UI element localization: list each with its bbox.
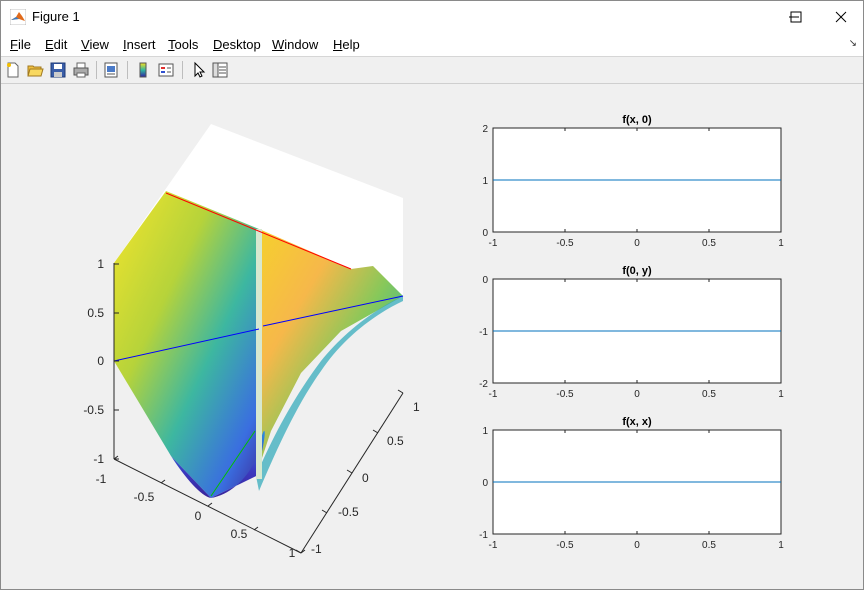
- figure-window: Figure 1 File Edit View Insert Tools Des…: [0, 0, 864, 590]
- x-tick-label: 0: [634, 540, 640, 551]
- matlab-logo-icon: [10, 9, 26, 25]
- menu-edit[interactable]: Edit: [45, 37, 67, 52]
- open-file-icon[interactable]: [26, 61, 44, 79]
- window-title: Figure 1: [32, 9, 80, 24]
- x-tick-label: -0.5: [556, 389, 574, 400]
- menu-file[interactable]: File: [10, 37, 31, 52]
- menu-bar: File Edit View Insert Tools Desktop Wind…: [1, 32, 863, 57]
- x-tick-label: 0.5: [702, 389, 716, 400]
- toolbar-separator: [182, 61, 183, 79]
- z-tick-label: 1: [97, 257, 104, 271]
- x-tick-label: 1: [778, 238, 784, 249]
- y-tick-label: -1: [311, 542, 322, 556]
- y-tick-label: -2: [479, 379, 488, 390]
- new-figure-icon[interactable]: [4, 61, 22, 79]
- maximize-button[interactable]: [773, 1, 819, 32]
- menu-help[interactable]: Help: [333, 37, 360, 52]
- save-figure-icon[interactable]: [49, 61, 67, 79]
- print-preview-icon[interactable]: [102, 61, 120, 79]
- surface-y-tick-labels: 1 0.5 0 -0.5 -1: [311, 400, 420, 556]
- x-tick-label: -0.5: [556, 238, 574, 249]
- z-tick-label: 0.5: [87, 306, 104, 320]
- subplot-title: f(x, x): [622, 416, 652, 428]
- dock-arrow-icon[interactable]: ↘: [849, 38, 857, 49]
- z-tick-label: 0: [97, 354, 104, 368]
- subplot-title: f(0, y): [622, 265, 652, 277]
- y-tick-label: 0: [482, 228, 488, 239]
- x-tick-label: 1: [778, 389, 784, 400]
- y-tick-label: 1: [482, 426, 488, 437]
- close-button[interactable]: [818, 1, 864, 32]
- y-tick-label: 0.5: [387, 434, 404, 448]
- maximize-icon: [790, 11, 802, 23]
- y-tick-label: 0: [362, 471, 369, 485]
- figure-toolbar: [1, 57, 863, 84]
- x-tick-label: 0.5: [231, 527, 248, 541]
- x-tick-label: -0.5: [556, 540, 574, 551]
- subplot-2[interactable]: f(0, y)-1 -0.5 0 0.5 10-1-2: [479, 265, 784, 400]
- subplot-title: f(x, 0): [622, 114, 652, 126]
- x-tick-label: 0: [195, 509, 202, 523]
- y-tick-label: 0: [482, 275, 488, 286]
- y-tick-label: -1: [479, 530, 488, 541]
- x-tick-label: 0.5: [702, 238, 716, 249]
- y-tick-label: 0: [482, 478, 488, 489]
- insert-legend-icon[interactable]: [157, 61, 175, 79]
- print-figure-icon[interactable]: [72, 61, 90, 79]
- y-tick-label: 2: [482, 124, 488, 135]
- x-tick-label: -1: [96, 472, 107, 486]
- x-tick-label: 0.5: [702, 540, 716, 551]
- toolbar-separator: [127, 61, 128, 79]
- x-tick-label: -1: [489, 238, 498, 249]
- surface-fold: [256, 229, 262, 479]
- title-bar: Figure 1: [1, 1, 863, 32]
- z-tick-label: -0.5: [83, 403, 104, 417]
- figure-canvas[interactable]: 1 0.5 0 -0.5 -1 -1 -0.5 0 0.5 1 1 0.5 0 …: [1, 84, 863, 589]
- x-tick-label: 0: [634, 238, 640, 249]
- x-tick-label: 0: [634, 389, 640, 400]
- edit-plot-arrow-icon[interactable]: [189, 61, 207, 79]
- menu-desktop[interactable]: Desktop: [213, 37, 261, 52]
- toolbar-separator: [96, 61, 97, 79]
- z-tick-label: -1: [93, 452, 104, 466]
- figure-plots: 1 0.5 0 -0.5 -1 -1 -0.5 0 0.5 1 1 0.5 0 …: [83, 114, 784, 560]
- x-tick-label: 1: [289, 546, 296, 560]
- y-tick-label: 1: [482, 176, 488, 187]
- menu-view[interactable]: View: [81, 37, 109, 52]
- menu-window[interactable]: Window: [272, 37, 318, 52]
- property-inspector-icon[interactable]: [211, 61, 229, 79]
- line-subplots: f(x, 0) -1 -0.5 0 0.5 1 2 1 0 f(0, y) -1 -0.5 0 0.5 1 0…: [479, 114, 784, 551]
- insert-colorbar-icon[interactable]: [134, 61, 152, 79]
- y-tick-label: 1: [413, 400, 420, 414]
- subplot-3[interactable]: f(x, x) -1 -0.5 0 0.5 1 1 0 -1: [479, 416, 784, 551]
- x-tick-label: -1: [489, 540, 498, 551]
- x-tick-label: -0.5: [134, 490, 155, 504]
- y-tick-label: -0.5: [338, 505, 359, 519]
- subplot-1[interactable]: f(x, 0) -1 -0.5 0 0.5 1 2 1 0: [482, 114, 784, 249]
- x-tick-label: -1: [489, 389, 498, 400]
- surface-z-tick-labels: 1 0.5 0 -0.5 -1: [83, 257, 104, 466]
- y-tick-label: -1: [479, 327, 488, 338]
- menu-insert[interactable]: Insert: [123, 37, 156, 52]
- x-tick-label: 1: [778, 540, 784, 551]
- menu-tools[interactable]: Tools: [168, 37, 198, 52]
- close-icon: [835, 11, 847, 23]
